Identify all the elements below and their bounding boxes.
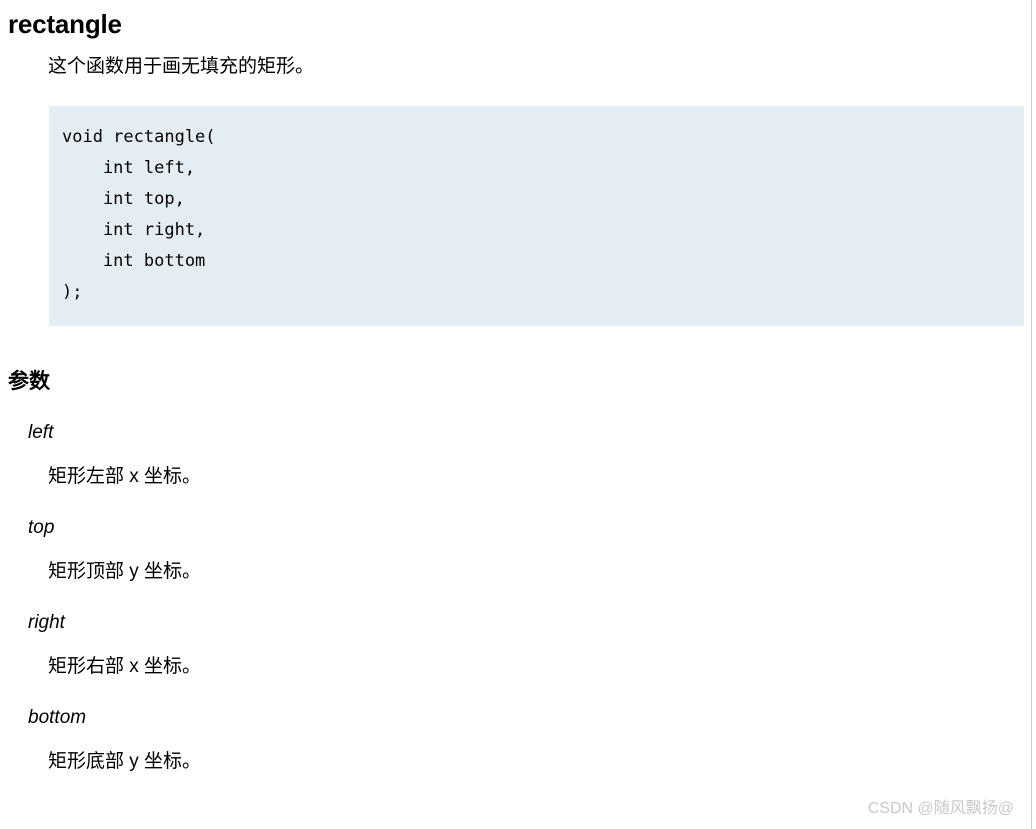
parameter-description-right: 矩形右部 x 坐标。 bbox=[48, 656, 202, 677]
function-signature-code: void rectangle( int left, int top, int r… bbox=[49, 106, 1024, 326]
page-right-border bbox=[1031, 0, 1032, 829]
parameters-heading: 参数 bbox=[8, 370, 50, 393]
parameter-name-top: top bbox=[28, 517, 55, 538]
parameter-description-bottom: 矩形底部 y 坐标。 bbox=[48, 751, 202, 772]
parameter-description-left: 矩形左部 x 坐标。 bbox=[48, 466, 202, 487]
list-item: bottom 矩形底部 y 坐标。 bbox=[0, 705, 1030, 775]
parameter-description-top: 矩形顶部 y 坐标。 bbox=[48, 561, 202, 582]
list-item: left 矩形左部 x 坐标。 bbox=[0, 420, 1030, 490]
documentation-page: rectangle 这个函数用于画无填充的矩形。 void rectangle(… bbox=[0, 0, 1030, 775]
parameter-name-right: right bbox=[28, 612, 65, 633]
watermark: CSDN @随风飘扬@ bbox=[867, 800, 1014, 817]
page-title: rectangle bbox=[8, 9, 122, 39]
list-item: top 矩形顶部 y 坐标。 bbox=[0, 515, 1030, 585]
parameter-name-left: left bbox=[28, 422, 54, 443]
list-item: right 矩形右部 x 坐标。 bbox=[0, 610, 1030, 680]
function-description: 这个函数用于画无填充的矩形。 bbox=[48, 56, 315, 77]
parameter-list: left 矩形左部 x 坐标。 top 矩形顶部 y 坐标。 right 矩形右… bbox=[0, 396, 1030, 775]
parameter-name-bottom: bottom bbox=[28, 707, 87, 728]
code-block-container: void rectangle( int left, int top, int r… bbox=[0, 106, 1030, 326]
